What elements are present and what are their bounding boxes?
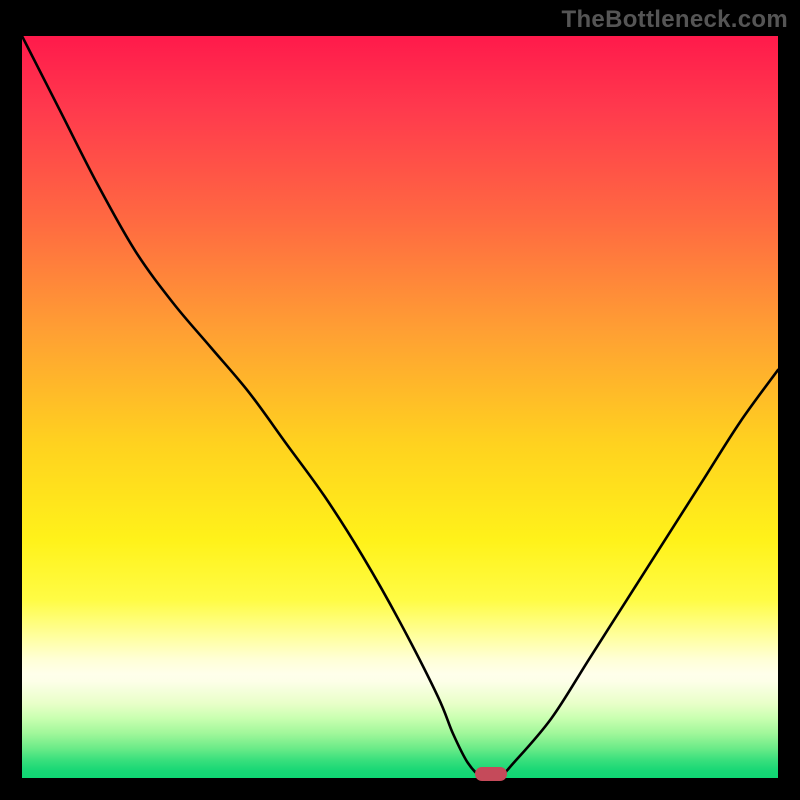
watermark-text: TheBottleneck.com: [562, 6, 788, 34]
optimal-marker: [475, 767, 507, 781]
plot-area: [22, 36, 778, 778]
chart-frame: TheBottleneck.com: [0, 0, 800, 800]
curve-path: [22, 36, 778, 778]
bottleneck-curve: [22, 36, 778, 778]
